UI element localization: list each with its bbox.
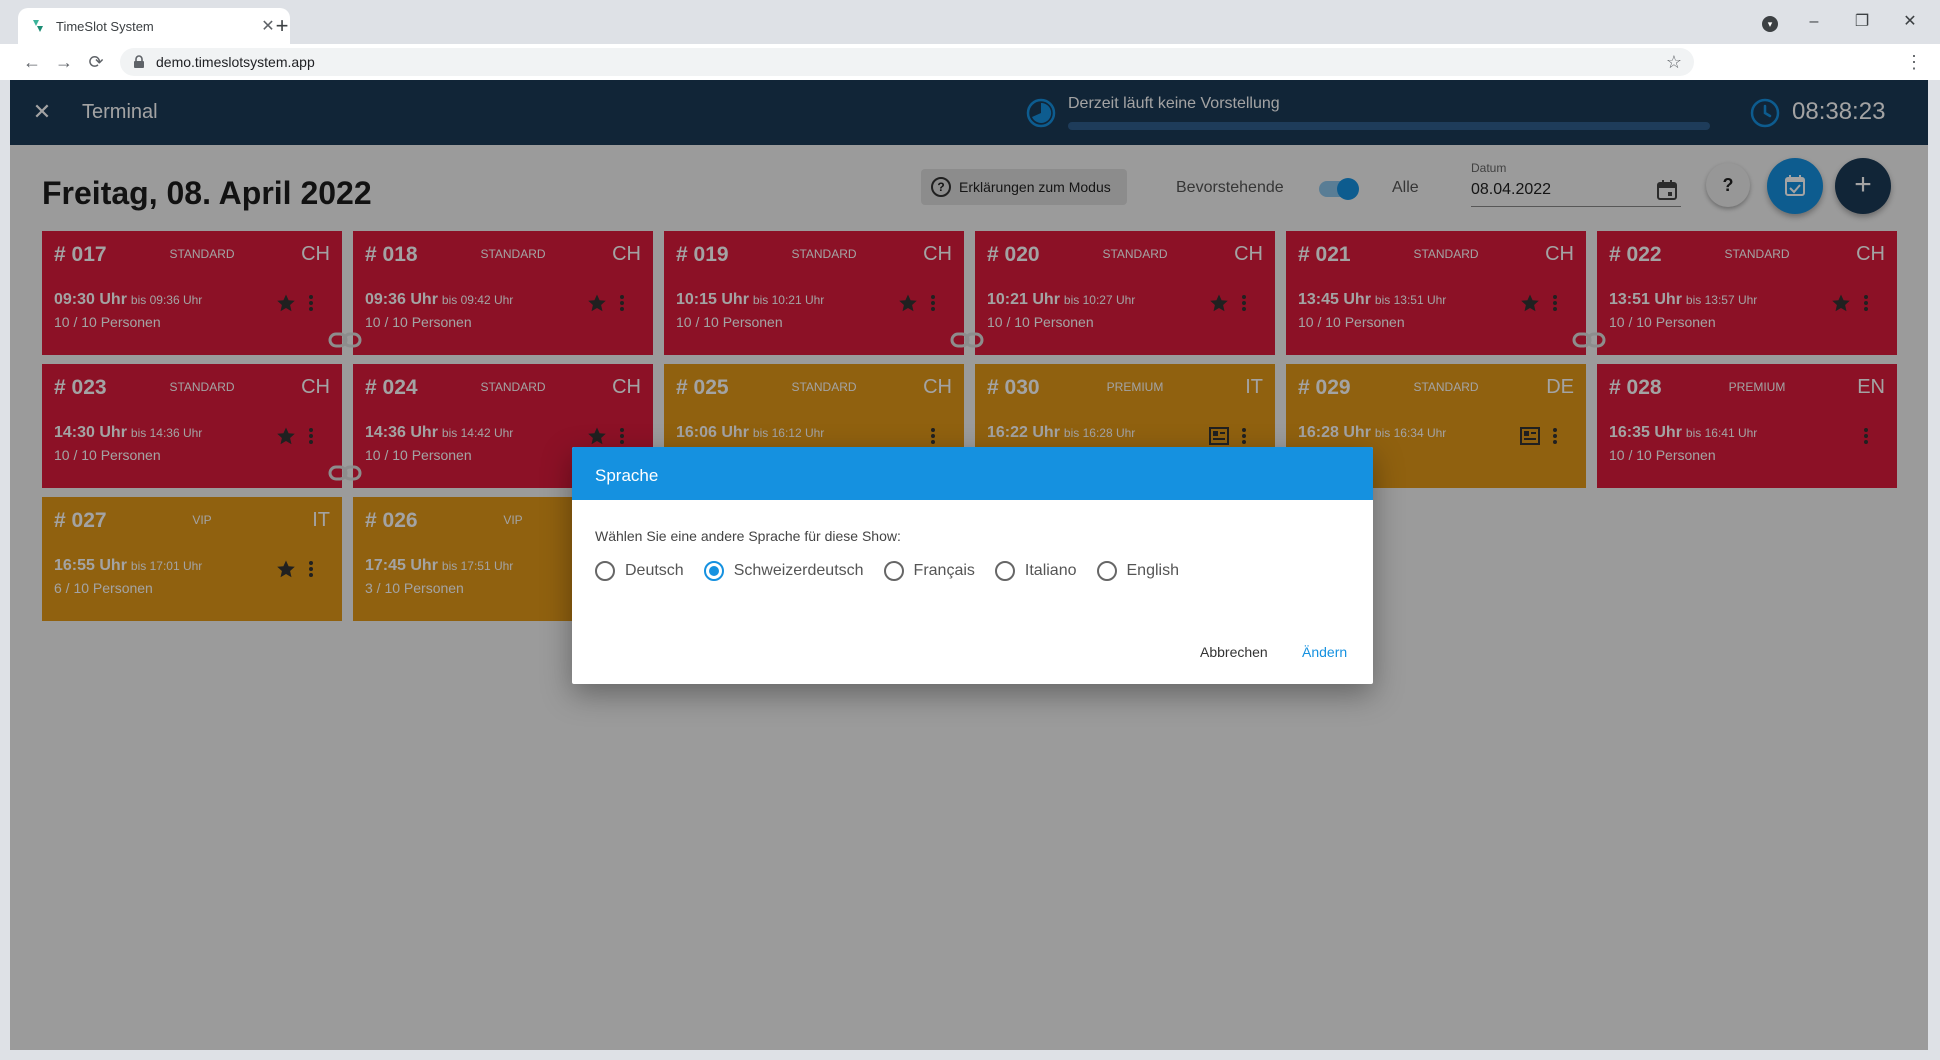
radio-button[interactable] — [1096, 561, 1117, 581]
language-radio-group: Deutsch Schweizerdeutsch Français Italiano E… — [595, 561, 1199, 581]
radio-button[interactable] — [595, 561, 615, 581]
language-option[interactable]: Français — [883, 561, 975, 581]
reload-icon[interactable]: ⟳ — [84, 50, 108, 74]
language-option-label: Deutsch — [625, 562, 684, 579]
browser-tab[interactable]: TimeSlot System ✕ — [18, 8, 290, 44]
language-dialog: Sprache Wählen Sie eine andere Sprache f… — [572, 447, 1373, 684]
change-button[interactable]: Ändern — [1302, 644, 1347, 660]
language-option-label: Français — [913, 562, 975, 579]
minimize-button[interactable]: – — [1794, 10, 1834, 34]
language-option-label: Italiano — [1024, 562, 1077, 579]
browser-toolbar: ← → ⟳ demo.timeslotsystem.app ☆ ⋮ — [0, 44, 1940, 80]
language-option[interactable]: Schweizerdeutsch — [703, 561, 864, 581]
radio-button[interactable] — [883, 561, 904, 581]
bookmark-star-icon[interactable]: ☆ — [1666, 52, 1682, 73]
browser-menu-icon[interactable]: ⋮ — [1902, 50, 1926, 74]
terminal-app: ✕ Terminal Derzeit läuft keine Vorstellu… — [10, 80, 1928, 1050]
language-option[interactable]: Italiano — [994, 561, 1077, 581]
maximize-button[interactable]: ❐ — [1842, 10, 1882, 34]
browser-tab-title: TimeSlot System — [56, 18, 154, 34]
language-option[interactable]: English — [1096, 561, 1179, 581]
timeslot-favicon-icon — [33, 20, 43, 32]
lock-icon — [134, 55, 144, 68]
profile-icon[interactable]: ▾ — [1762, 16, 1778, 32]
url-text: demo.timeslotsystem.app — [156, 54, 315, 70]
radio-button[interactable] — [703, 561, 724, 581]
forward-icon[interactable]: → — [52, 50, 76, 74]
language-option-label: English — [1126, 562, 1179, 579]
language-option[interactable]: Deutsch — [595, 561, 684, 581]
dialog-question: Wählen Sie eine andere Sprache für diese… — [595, 528, 901, 544]
back-icon[interactable]: ← — [20, 50, 44, 74]
cancel-button[interactable]: Abbrechen — [1200, 644, 1268, 660]
language-option-label: Schweizerdeutsch — [733, 562, 864, 579]
browser-tabstrip: TimeSlot System ✕ + ▾ – ❐ ✕ — [0, 0, 1940, 44]
window-close-button[interactable]: ✕ — [1890, 10, 1930, 34]
new-tab-button[interactable]: + — [268, 12, 296, 40]
address-bar[interactable]: demo.timeslotsystem.app ☆ — [120, 48, 1694, 76]
dialog-title: Sprache — [572, 447, 1373, 500]
radio-button[interactable] — [994, 561, 1015, 581]
